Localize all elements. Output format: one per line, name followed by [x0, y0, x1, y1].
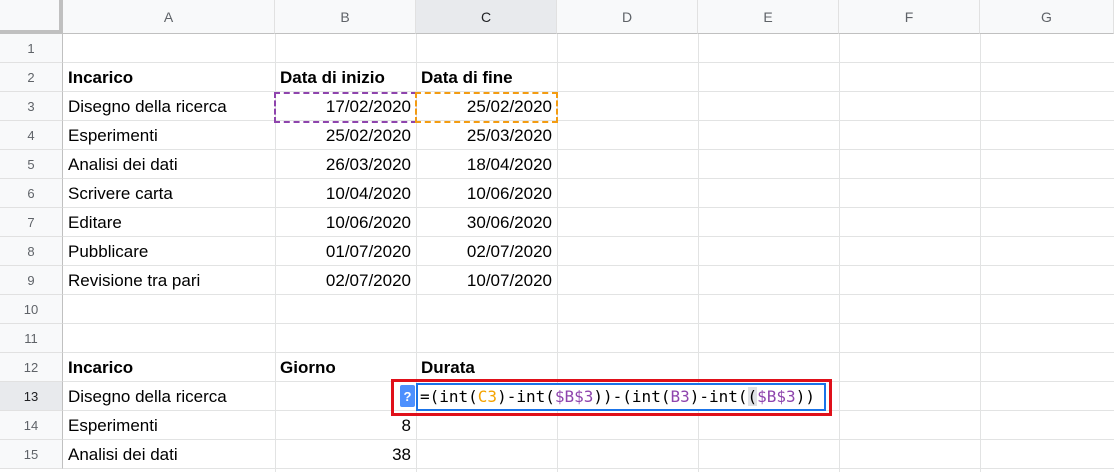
grid-row [63, 295, 1114, 324]
cell-a12[interactable]: Incarico [63, 353, 275, 382]
cell-b12[interactable]: Giorno [275, 353, 416, 382]
row-header-10[interactable]: 10 [0, 295, 63, 324]
cell-c12[interactable]: Durata [416, 353, 557, 382]
column-header-f[interactable]: F [839, 0, 980, 34]
cell-b2[interactable]: Data di inizio [275, 63, 416, 92]
formula-token-plain: )) [795, 387, 815, 406]
row-header-4[interactable]: 4 [0, 121, 63, 150]
grid-row [63, 34, 1114, 63]
column-header-c[interactable]: C [416, 0, 557, 34]
cell-b4[interactable]: 25/02/2020 [275, 121, 416, 150]
column-header-a[interactable]: A [63, 0, 275, 34]
cell-c13-formula-editor[interactable]: =(int(C3)-int($B$3))-(int(B3)-int(($B$3)… [416, 383, 826, 411]
cell-a14[interactable]: Esperimenti [63, 411, 275, 440]
formula-token-plain: ))-(int( [593, 387, 671, 406]
formula-token-plain: )-int( [497, 387, 555, 406]
cell-a9[interactable]: Revisione tra pari [63, 266, 275, 295]
cell-b6[interactable]: 10/04/2020 [275, 179, 416, 208]
row-header-5[interactable]: 5 [0, 150, 63, 179]
cell-a13[interactable]: Disegno della ricerca [63, 382, 275, 411]
cell-a2[interactable]: Incarico [63, 63, 275, 92]
cell-a8[interactable]: Pubblicare [63, 237, 275, 266]
formula-token-paren: ( [747, 387, 758, 406]
row-header-14[interactable]: 14 [0, 411, 63, 440]
cell-a5[interactable]: Analisi dei dati [63, 150, 275, 179]
formula-token-plain: =(int( [420, 387, 478, 406]
select-all-corner[interactable] [0, 0, 63, 34]
grid-line [839, 34, 840, 472]
row-header-13[interactable]: 13 [0, 382, 63, 411]
formula-token-ref3: $B$3 [757, 387, 796, 406]
cell-c4[interactable]: 25/03/2020 [416, 121, 557, 150]
cell-b8[interactable]: 01/07/2020 [275, 237, 416, 266]
column-header-d[interactable]: D [557, 0, 698, 34]
row-header-2[interactable]: 2 [0, 63, 63, 92]
cell-c2[interactable]: Data di fine [416, 63, 557, 92]
row-header-7[interactable]: 7 [0, 208, 63, 237]
cell-b5[interactable]: 26/03/2020 [275, 150, 416, 179]
formula-token-ref1: C3 [477, 387, 498, 406]
row-header-9[interactable]: 9 [0, 266, 63, 295]
cell-c5[interactable]: 18/04/2020 [416, 150, 557, 179]
row-header-3[interactable]: 3 [0, 92, 63, 121]
cell-a4[interactable]: Esperimenti [63, 121, 275, 150]
formula-token-plain: )-int( [689, 387, 748, 406]
formula-help-button[interactable]: ? [400, 385, 415, 407]
cell-a15[interactable]: Analisi dei dati [63, 440, 275, 469]
grid-row [63, 324, 1114, 353]
cell-b15[interactable]: 38 [275, 440, 416, 469]
row-header-6[interactable]: 6 [0, 179, 63, 208]
column-header-e[interactable]: E [698, 0, 839, 34]
row-header-11[interactable]: 11 [0, 324, 63, 353]
cell-a6[interactable]: Scrivere carta [63, 179, 275, 208]
row-header-12[interactable]: 12 [0, 353, 63, 382]
formula-token-ref2: B3 [670, 387, 690, 406]
cell-c7[interactable]: 30/06/2020 [416, 208, 557, 237]
row-header-8[interactable]: 8 [0, 237, 63, 266]
cell-a7[interactable]: Editare [63, 208, 275, 237]
grid-line [980, 34, 981, 472]
cell-b7[interactable]: 10/06/2020 [275, 208, 416, 237]
row-header-15[interactable]: 15 [0, 440, 63, 469]
column-header-g[interactable]: G [980, 0, 1114, 34]
spreadsheet-grid[interactable]: A B C D E F G 1 2 3 4 5 6 7 8 9 10 11 12 13 14 15 Inca… [0, 0, 1114, 472]
column-header-b[interactable]: B [275, 0, 416, 34]
reference-highlight-c3 [415, 92, 558, 123]
cell-c8[interactable]: 02/07/2020 [416, 237, 557, 266]
formula-token-ref2: $B$3 [554, 387, 594, 406]
cell-c9[interactable]: 10/07/2020 [416, 266, 557, 295]
cell-a3[interactable]: Disegno della ricerca [63, 92, 275, 121]
cell-b9[interactable]: 02/07/2020 [275, 266, 416, 295]
row-header-1[interactable]: 1 [0, 34, 63, 63]
cell-c6[interactable]: 10/06/2020 [416, 179, 557, 208]
reference-highlight-b3 [274, 92, 417, 123]
